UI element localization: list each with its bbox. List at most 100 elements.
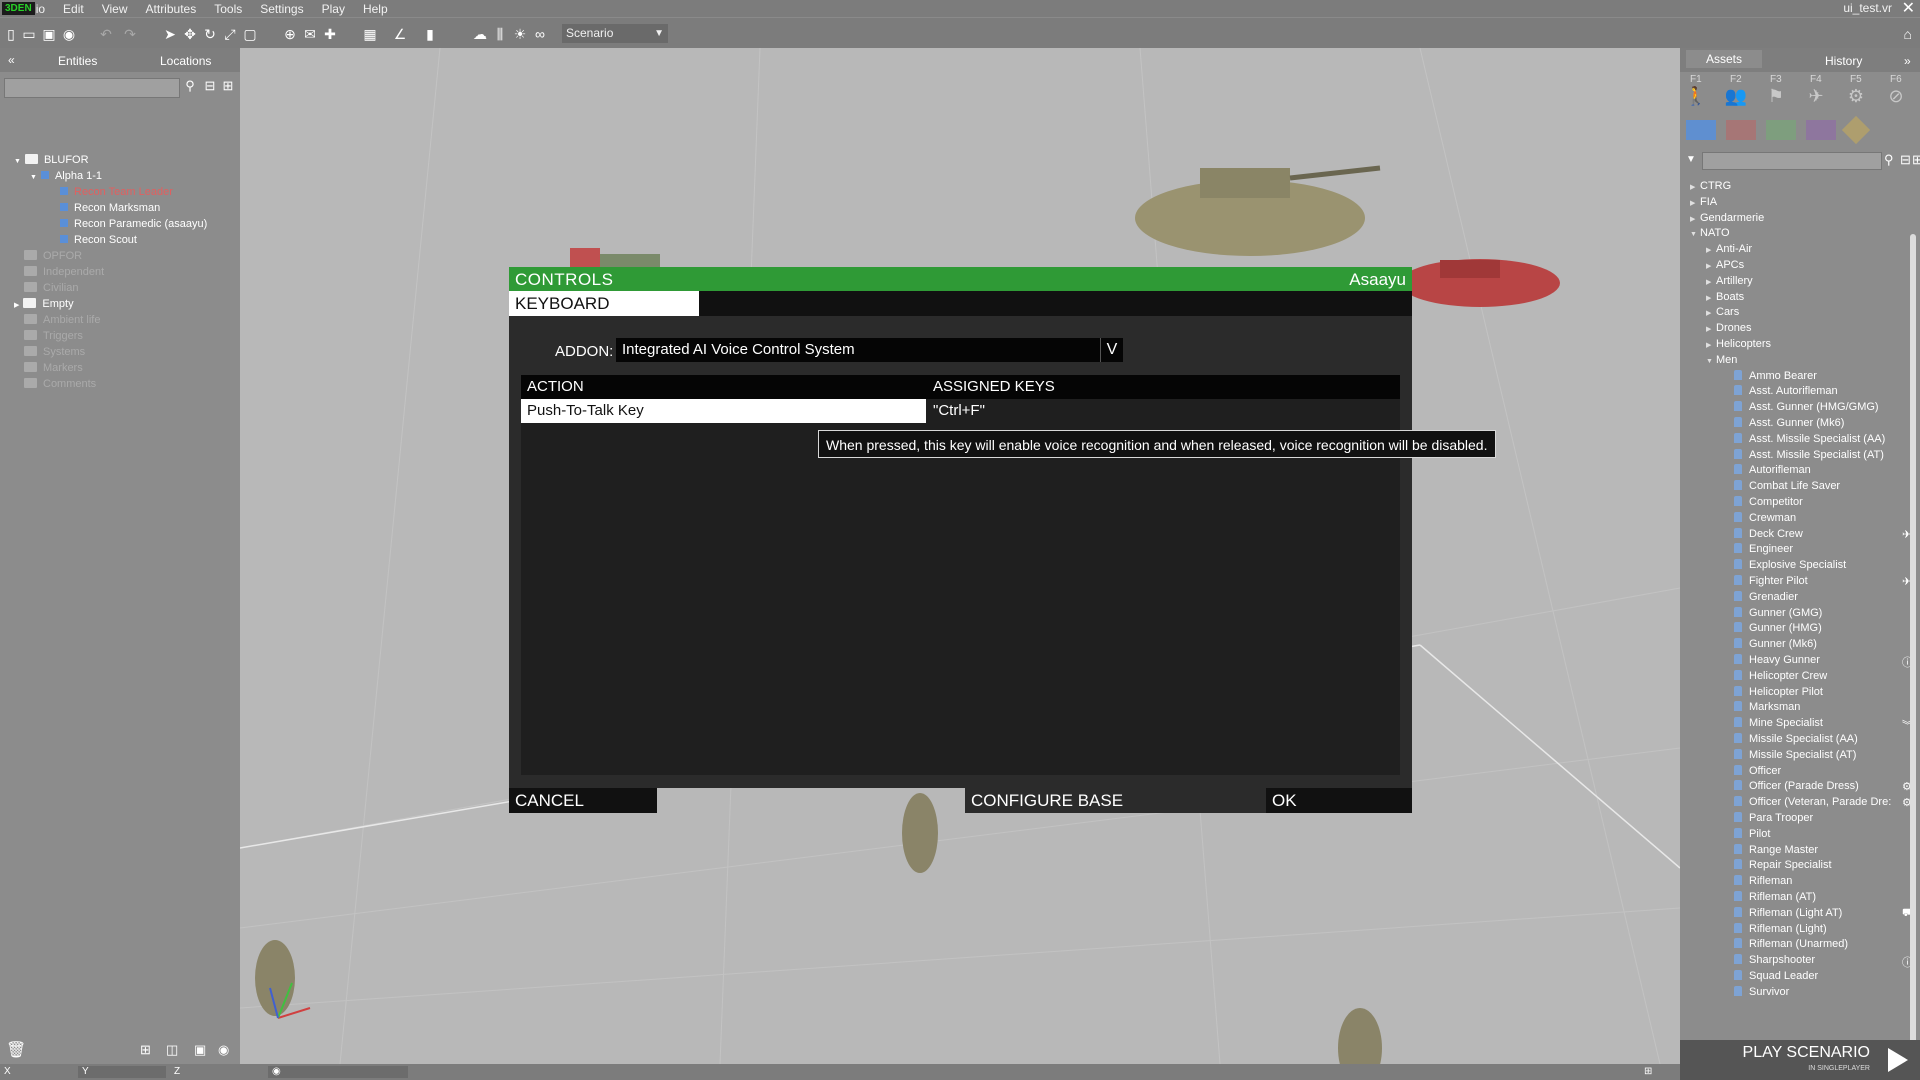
search-icon[interactable]: ⚲ bbox=[182, 78, 198, 94]
menu-help[interactable]: Help bbox=[363, 2, 388, 16]
faction-item[interactable]: ▶ CTRG bbox=[1690, 180, 1731, 192]
menu-settings[interactable]: Settings bbox=[260, 2, 303, 16]
object-icon[interactable]: 🚶 bbox=[1682, 86, 1710, 110]
side-blufor-swatch[interactable] bbox=[1686, 120, 1716, 140]
soldier-model[interactable] bbox=[255, 793, 1382, 1064]
close-icon[interactable]: ✕ bbox=[1902, 0, 1915, 18]
expand-all-icon[interactable]: ⊞ bbox=[220, 78, 236, 94]
unit-item[interactable]: Missile Specialist (AA) bbox=[1734, 733, 1858, 745]
unit-item[interactable]: Gunner (Mk6) bbox=[1734, 638, 1817, 650]
open-file-icon[interactable]: ▭ bbox=[21, 26, 37, 42]
side-opfor-swatch[interactable] bbox=[1726, 120, 1756, 140]
menu-view[interactable]: View bbox=[102, 2, 128, 16]
unit-item[interactable]: Rifleman (AT) bbox=[1734, 891, 1816, 903]
faction-item[interactable]: ▶ FIA bbox=[1690, 196, 1717, 208]
environment-icon[interactable]: ⫼ bbox=[492, 26, 508, 42]
category-item[interactable]: ▶ Boats bbox=[1706, 291, 1744, 303]
scale-icon[interactable]: ⤢ bbox=[222, 26, 238, 42]
expand-panel-icon[interactable]: » bbox=[1904, 54, 1911, 68]
tree-unit[interactable]: Recon Scout bbox=[60, 234, 137, 246]
unit-item[interactable]: Asst. Missile Specialist (AA) bbox=[1734, 433, 1885, 445]
publish-icon[interactable]: ◉ bbox=[61, 26, 77, 42]
tree-unit[interactable]: Recon Paramedic (asaayu) bbox=[60, 218, 207, 230]
tree-folder[interactable]: Systems bbox=[24, 346, 85, 358]
tab-history[interactable]: History bbox=[1825, 54, 1862, 68]
unit-item[interactable]: Range Master bbox=[1734, 844, 1818, 856]
rotate-icon[interactable]: ↻ bbox=[202, 26, 218, 42]
chevron-down-icon[interactable]: ▼ bbox=[1686, 154, 1696, 165]
unit-item[interactable]: Helicopter Pilot bbox=[1734, 686, 1823, 698]
folder-view-icon[interactable]: ◉ bbox=[218, 1042, 229, 1058]
tree-folder[interactable]: OPFOR bbox=[24, 250, 82, 262]
table-row-action[interactable]: Push-To-Talk Key bbox=[521, 399, 926, 423]
marker-icon[interactable]: ⊘ bbox=[1882, 86, 1910, 110]
assets-search-input[interactable] bbox=[1702, 152, 1882, 170]
module-icon[interactable]: ⚙ bbox=[1842, 86, 1870, 110]
tank-model[interactable] bbox=[1135, 165, 1381, 256]
area-icon[interactable]: ▢ bbox=[242, 26, 258, 42]
tree-unit[interactable]: Recon Marksman bbox=[60, 202, 160, 214]
tree-empty[interactable]: ▶ Empty bbox=[14, 298, 74, 310]
category-item[interactable]: ▶ Artillery bbox=[1706, 275, 1753, 287]
unit-item[interactable]: Pilot bbox=[1734, 828, 1770, 840]
unit-item[interactable]: Rifleman (Light AT) bbox=[1734, 907, 1842, 919]
menu-tools[interactable]: Tools bbox=[214, 2, 242, 16]
unit-item[interactable]: Ammo Bearer bbox=[1734, 370, 1817, 382]
unit-item[interactable]: Explosive Specialist bbox=[1734, 559, 1846, 571]
unit-item[interactable]: Crewman bbox=[1734, 512, 1796, 524]
tree-folder[interactable]: Independent bbox=[24, 266, 104, 278]
new-file-icon[interactable]: ▯ bbox=[3, 26, 19, 42]
faction-item[interactable]: ▶ Gendarmerie bbox=[1690, 212, 1764, 224]
folder-lock-icon[interactable]: ▣ bbox=[194, 1042, 206, 1058]
grid-icon[interactable]: ▦ bbox=[362, 26, 378, 42]
unit-item[interactable]: Deck Crew bbox=[1734, 528, 1803, 540]
unit-item[interactable]: Para Trooper bbox=[1734, 812, 1813, 824]
map-toggle-icon[interactable]: ⊞ bbox=[1640, 1066, 1670, 1078]
angle-icon[interactable]: ∠ bbox=[392, 26, 408, 42]
unit-item[interactable]: Asst. Gunner (Mk6) bbox=[1734, 417, 1844, 429]
unit-item[interactable]: Rifleman bbox=[1734, 875, 1792, 887]
unit-item[interactable]: Heavy Gunner bbox=[1734, 654, 1820, 666]
unit-item[interactable]: Gunner (GMG) bbox=[1734, 607, 1822, 619]
unit-item[interactable]: Squad Leader bbox=[1734, 970, 1818, 982]
tab-entities[interactable]: Entities bbox=[58, 54, 97, 68]
tab-locations[interactable]: Locations bbox=[160, 54, 211, 68]
menu-edit[interactable]: Edit bbox=[63, 2, 84, 16]
redo-icon[interactable]: ↷ bbox=[122, 26, 138, 42]
collapse-all-icon[interactable]: ⊟ bbox=[1900, 152, 1911, 168]
cancel-button[interactable]: CANCEL bbox=[509, 788, 657, 813]
category-item[interactable]: ▶ Helicopters bbox=[1706, 338, 1771, 350]
unit-item[interactable]: Asst. Autorifleman bbox=[1734, 385, 1838, 397]
tree-folder[interactable]: Comments bbox=[24, 378, 96, 390]
unit-item[interactable]: Fighter Pilot bbox=[1734, 575, 1808, 587]
side-independent-swatch[interactable] bbox=[1766, 120, 1796, 140]
lighting-icon[interactable]: ☀ bbox=[512, 26, 528, 42]
unit-item[interactable]: Marksman bbox=[1734, 701, 1800, 713]
category-item[interactable]: ▶ Cars bbox=[1706, 306, 1739, 318]
collapse-panel-icon[interactable]: « bbox=[8, 53, 15, 67]
unit-item[interactable]: Mine Specialist bbox=[1734, 717, 1823, 729]
ok-button[interactable]: OK bbox=[1266, 788, 1412, 813]
faction-item[interactable]: ▼ NATO bbox=[1690, 227, 1730, 239]
tab-keyboard[interactable]: KEYBOARD bbox=[509, 291, 699, 316]
unit-item[interactable]: Survivor bbox=[1734, 986, 1789, 998]
vertical-icon[interactable]: ✚ bbox=[322, 26, 338, 42]
unit-item[interactable]: Repair Specialist bbox=[1734, 859, 1832, 871]
unit-item[interactable]: Helicopter Crew bbox=[1734, 670, 1827, 682]
car-model[interactable] bbox=[1400, 259, 1560, 307]
unit-item[interactable]: Sharpshooter bbox=[1734, 954, 1815, 966]
category-item[interactable]: ▶ Anti-Air bbox=[1706, 243, 1752, 255]
search-icon[interactable]: ⚲ bbox=[1884, 152, 1894, 168]
unit-item[interactable]: Asst. Gunner (HMG/GMG) bbox=[1734, 401, 1879, 413]
unit-item[interactable]: Grenadier bbox=[1734, 591, 1798, 603]
unit-item[interactable]: Engineer bbox=[1734, 543, 1793, 555]
menu-attributes[interactable]: Attributes bbox=[146, 2, 197, 16]
scenario-select[interactable]: Scenario ▼ bbox=[562, 24, 668, 43]
map-icon[interactable]: ✉ bbox=[302, 26, 318, 42]
select-icon[interactable]: ➤ bbox=[162, 26, 178, 42]
tree-unit[interactable]: Recon Team Leader bbox=[60, 186, 173, 198]
waypoint-icon[interactable]: ✈ bbox=[1802, 86, 1830, 110]
unit-item[interactable]: Autorifleman bbox=[1734, 464, 1811, 476]
configure-base-button[interactable]: CONFIGURE BASE bbox=[965, 788, 1267, 813]
unit-item[interactable]: Asst. Missile Specialist (AT) bbox=[1734, 449, 1884, 461]
